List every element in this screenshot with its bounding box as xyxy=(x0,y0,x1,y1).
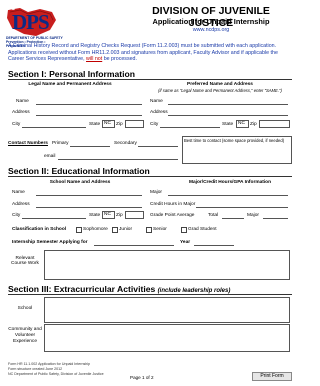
preferred-note: (if same as "Legal Name and Permanent Ad… xyxy=(158,88,282,93)
legal-name-label: Name xyxy=(16,99,29,104)
school-address-label: Address xyxy=(12,202,30,207)
year-field[interactable] xyxy=(194,245,234,246)
grad-student-checkbox[interactable] xyxy=(181,227,187,233)
major-field[interactable] xyxy=(168,195,288,196)
website-link[interactable]: www.ncdps.org xyxy=(130,27,292,33)
coursework-label: Relevant Course Work xyxy=(11,256,39,266)
community-label: Community and Volunteer Experience xyxy=(8,327,42,344)
grad-student-label: Grad Student xyxy=(188,227,217,232)
pref-zip-field[interactable] xyxy=(259,120,290,128)
section1-rule xyxy=(8,79,292,80)
semester-label: Internship Semester Applying for xyxy=(12,240,88,245)
logo-letters: DPS xyxy=(12,10,50,34)
pref-name-field[interactable] xyxy=(168,104,288,105)
email-label: email xyxy=(44,154,56,159)
sophomore-checkbox[interactable] xyxy=(76,227,82,233)
major-gpa-field[interactable] xyxy=(263,218,288,219)
pref-state-field[interactable]: NC xyxy=(236,120,249,128)
sophomore-label: Sophomore xyxy=(83,227,108,232)
page-number: Page 1 of 2 xyxy=(130,375,154,380)
pref-city-field[interactable] xyxy=(160,127,220,128)
school-name-field[interactable] xyxy=(36,195,142,196)
school-zip-field[interactable] xyxy=(125,211,144,219)
school-city-label: City xyxy=(12,213,21,218)
preferred-heading: Preferred Name and Address xyxy=(187,82,253,87)
senior-label: Senior xyxy=(153,227,167,232)
school-heading: School Name and Address xyxy=(49,180,111,185)
credit-hours-label: Credit Hours in Major xyxy=(150,202,196,207)
section3-rule xyxy=(8,294,292,295)
pref-zip-label: Zip xyxy=(250,122,257,127)
credit-hours-field[interactable] xyxy=(196,207,288,208)
legal-zip-field[interactable] xyxy=(125,120,144,128)
school-zip-label: Zip xyxy=(116,213,123,218)
classification-label: Classification in School xyxy=(12,227,67,232)
legal-city-field[interactable] xyxy=(22,127,86,128)
page-subtitle: Application for Unpaid Internship xyxy=(152,17,270,26)
total-gpa-field[interactable] xyxy=(222,218,244,219)
legal-state-label: State xyxy=(89,122,101,127)
intro-emphasis: will not xyxy=(86,56,103,63)
school-name-label: Name xyxy=(12,190,25,195)
pref-state-label: State xyxy=(222,122,234,127)
pref-city-label: City xyxy=(150,122,159,127)
junior-checkbox[interactable] xyxy=(112,227,118,233)
major-gpa-label: Major xyxy=(247,213,259,218)
school-state-label: State xyxy=(89,213,101,218)
legal-address-field[interactable] xyxy=(36,115,142,116)
school-activities-field[interactable] xyxy=(44,297,290,323)
coursework-field[interactable] xyxy=(44,250,290,280)
primary-phone-field[interactable] xyxy=(70,146,110,147)
pref-address-field[interactable] xyxy=(168,115,288,116)
intro-text: A Criminal History Record and Registry C… xyxy=(8,43,278,63)
gpa-label: Grade Point Average xyxy=(150,213,195,218)
legal-address-label: Address xyxy=(12,110,30,115)
section3-title: Section III: Extracurricular Activities … xyxy=(8,284,231,294)
legal-zip-label: Zip xyxy=(116,122,123,127)
section1-title: Section I: Personal Information xyxy=(8,69,136,79)
major-label: Major xyxy=(150,190,162,195)
pref-address-label: Address xyxy=(150,110,168,115)
school-activities-label: School xyxy=(17,306,33,311)
legal-city-label: City xyxy=(12,122,21,127)
major-heading: Major/Credit Hours/GPA Information xyxy=(188,180,272,185)
contact-numbers-label: Contact Numbers xyxy=(8,141,48,146)
legal-heading: Legal Name and Permanent Address xyxy=(28,82,112,87)
legal-state-field[interactable]: NC xyxy=(102,120,115,128)
year-label: Year xyxy=(180,240,191,245)
total-label: Total xyxy=(208,213,219,218)
community-field[interactable] xyxy=(44,324,290,352)
section2-title: Section II: Educational Information xyxy=(8,166,150,176)
junior-label: Junior xyxy=(119,227,133,232)
secondary-phone-field[interactable] xyxy=(138,146,178,147)
print-form-button[interactable]: Print Form xyxy=(252,372,292,381)
school-city-field[interactable] xyxy=(22,218,86,219)
legal-name-field[interactable] xyxy=(36,104,142,105)
school-state-field[interactable]: NC xyxy=(102,211,115,219)
email-field[interactable] xyxy=(58,159,178,160)
secondary-label: Secondary xyxy=(114,141,137,146)
school-address-field[interactable] xyxy=(36,207,142,208)
pref-name-label: Name xyxy=(150,99,163,104)
section2-rule xyxy=(8,176,292,177)
senior-checkbox[interactable] xyxy=(146,227,152,233)
best-time-label: Best time to contact (some space provide… xyxy=(184,138,285,143)
semester-field[interactable] xyxy=(94,245,174,246)
primary-label: Primary xyxy=(52,141,69,146)
